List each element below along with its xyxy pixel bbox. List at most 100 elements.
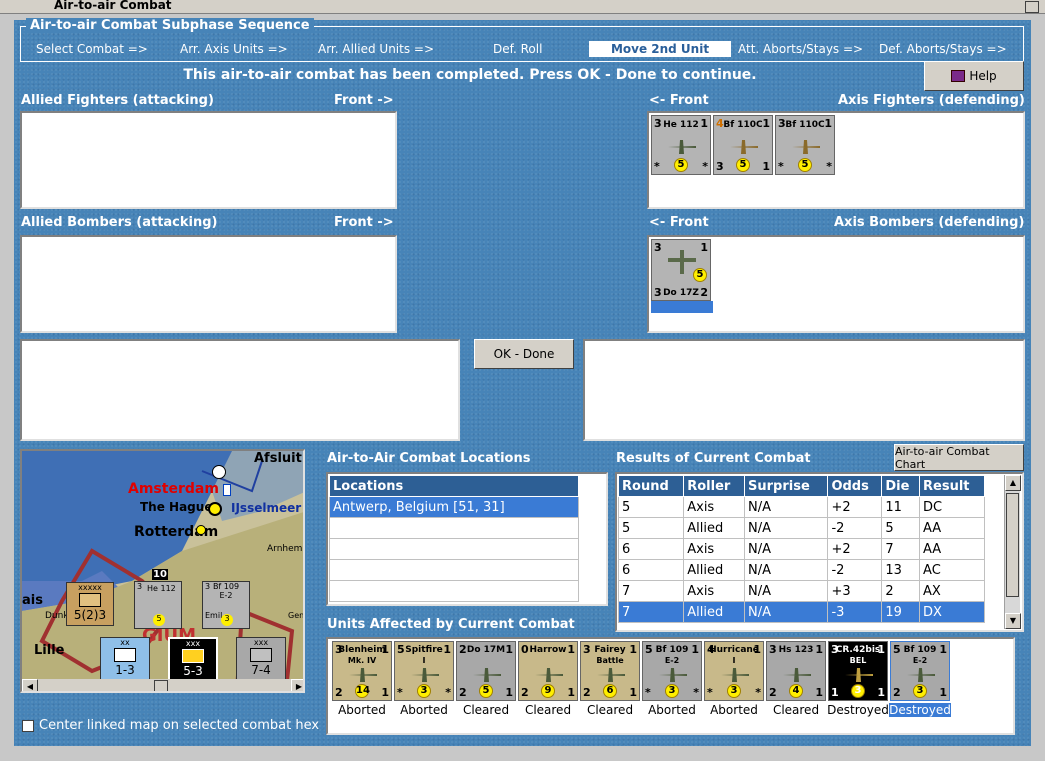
ok-done-button[interactable]: OK - Done	[474, 339, 574, 369]
plane-icon	[535, 668, 563, 682]
axis-bomber-counter[interactable]: 3 1 5 3 Do 17Z 2	[651, 239, 711, 301]
counter-name: Spitfire	[405, 645, 443, 655]
location-row[interactable]	[329, 559, 579, 581]
cell: 6	[617, 559, 685, 581]
affected-unit-status: Cleared	[524, 703, 572, 717]
affected-unit-counter[interactable]: 5 1 Bf 109 E-2 2 3 1	[890, 641, 950, 701]
results-scrollbar[interactable]: ▲ ▼	[1004, 475, 1021, 629]
results-title: Results of Current Combat	[616, 451, 811, 466]
counter-stack: 10	[152, 569, 168, 580]
col-result: Result	[919, 475, 985, 497]
axis-fighter-counter[interactable]: 3 He 112 1 * 5 *	[651, 115, 711, 175]
cell: +2	[827, 538, 883, 560]
allied-bombers-panel[interactable]	[20, 235, 397, 333]
cell: AA	[919, 517, 985, 539]
axis-bombers-panel[interactable]: 3 1 5 3 Do 17Z 2	[647, 235, 1025, 333]
center-map-label: Center linked map on selected combat hex	[39, 718, 320, 733]
scroll-up-icon[interactable]: ▲	[1005, 475, 1021, 491]
combat-chart-button[interactable]: Air-to-air Combat Chart	[894, 444, 1024, 471]
cell: N/A	[744, 517, 829, 539]
cell: Axis	[683, 538, 746, 560]
combat-chart-label: Air-to-air Combat Chart	[895, 444, 990, 471]
result-row[interactable]: 6 Axis N/A +2 7 AA	[617, 538, 985, 560]
axis-fighters-panel[interactable]: 3 He 112 1 * 5 * 4 Bf 110C 1 3 5 1 3 Bf …	[647, 111, 1025, 209]
counter-value: 5	[798, 158, 812, 172]
counter-value: 9	[541, 684, 555, 698]
scroll-down-icon[interactable]: ▼	[1005, 613, 1021, 629]
axis-fighter-counter[interactable]: 3 Bf 110C 1 * 5 *	[775, 115, 835, 175]
help-button[interactable]: Help	[924, 61, 1024, 91]
affected-unit-counter[interactable]: 3 1 Fairey Battle 2 6 1	[580, 641, 640, 701]
counter-value: 5	[693, 268, 707, 282]
location-row[interactable]	[329, 538, 579, 560]
map-counter[interactable]: 3 He 112 5	[134, 581, 182, 629]
affected-unit-counter[interactable]: 3 1 CR.42bis BEL 1 3 1	[828, 641, 888, 701]
scroll-left-icon[interactable]: ◀	[22, 679, 38, 691]
col-roller: Roller	[683, 475, 746, 497]
result-row[interactable]: 5 Axis N/A +2 11 DC	[617, 496, 985, 518]
result-row[interactable]: 7 Axis N/A +3 2 AX	[617, 580, 985, 602]
close-icon[interactable]	[1025, 1, 1039, 13]
counter-value: 3	[851, 684, 865, 698]
map-counter-selected[interactable]: xxx 5-3	[168, 637, 218, 685]
cell: 7	[617, 601, 685, 623]
affected-unit-counter[interactable]: 3 1 Blenheim Mk. IV 2 14 1	[332, 641, 392, 701]
center-map-checkbox[interactable]	[22, 720, 34, 732]
map-counter[interactable]: xxx 7-4	[236, 637, 286, 685]
affected-panel[interactable]: 3 1 Blenheim Mk. IV 2 14 1 Aborted 5 1 Spitfire I * 3…	[326, 637, 1015, 735]
allied-fighters-panel[interactable]	[20, 111, 397, 209]
affected-unit-counter[interactable]: 5 1 Bf 109 E-2 * 3 *	[642, 641, 702, 701]
counter-name: Hs 123	[778, 645, 814, 655]
counter-strength: 1-3	[115, 663, 135, 677]
plane-icon	[349, 668, 377, 682]
map-counter[interactable]: 3 Bf 109 E-2 Emil 3	[202, 581, 250, 629]
result-row[interactable]: 6 Allied N/A -2 13 AC	[617, 559, 985, 581]
plane-icon	[730, 140, 758, 154]
counter-variant: Mk. IV	[347, 656, 377, 665]
result-row[interactable]: 5 Allied N/A -2 5 AA	[617, 517, 985, 539]
step-move-2nd-unit: Move 2nd Unit	[589, 41, 731, 57]
scroll-thumb[interactable]	[1006, 493, 1019, 597]
counter-strength: 5-3	[183, 664, 203, 678]
col-surprise: Surprise	[744, 475, 829, 497]
affected-unit-counter[interactable]: 4 1 Hurricane I * 3 *	[704, 641, 764, 701]
location-row[interactable]	[329, 517, 579, 539]
counter-value: 1	[877, 686, 885, 699]
location-row[interactable]: Antwerp, Belgium [51, 31]	[329, 496, 579, 518]
scroll-thumb[interactable]	[154, 680, 168, 691]
map-scrollbar-h[interactable]: ◀ ▶	[22, 679, 303, 691]
step-arr-axis: Arr. Axis Units =>	[180, 42, 288, 56]
counter-value: 2	[335, 686, 343, 699]
counter-value: 5	[479, 684, 493, 698]
affected-unit-counter[interactable]: 2 1 Do 17M 2 5 1	[456, 641, 516, 701]
allied-fighters-front: Front ->	[334, 93, 394, 108]
scroll-right-icon[interactable]: ▶	[291, 679, 303, 691]
capital-icon	[208, 502, 222, 516]
axis-fighter-counter[interactable]: 4 Bf 110C 1 3 5 1	[713, 115, 773, 175]
counter-value: 5	[736, 158, 750, 172]
counter-name: Do 17M	[466, 645, 506, 655]
step-def-roll: Def. Roll	[493, 42, 543, 56]
map-counter[interactable]: xx 1-3	[100, 637, 150, 685]
allied-fighters-label: Allied Fighters (attacking)	[21, 93, 214, 108]
affected-unit-counter[interactable]: 5 1 Spitfire I * 3 *	[394, 641, 454, 701]
counter-value: 1	[831, 686, 839, 699]
counter-variant: Battle	[596, 656, 624, 665]
affected-unit-counter[interactable]: 0 1 Harrow 2 9 1	[518, 641, 578, 701]
counter-value: 3	[417, 684, 431, 698]
map-counter[interactable]: xxxxx 5(2)3	[66, 582, 114, 626]
linked-map[interactable]: Afsluit Amsterdam The Hague IJsselmeer R…	[20, 449, 305, 693]
result-row-selected[interactable]: 7 Allied N/A -3 19 DX	[617, 601, 985, 623]
cell: DX	[919, 601, 985, 623]
step-def-aborts: Def. Aborts/Stays =>	[879, 42, 1007, 56]
results-table-panel[interactable]: Round Roller Surprise Odds Die Result 5A…	[615, 472, 1024, 632]
counter-variant: E-2	[664, 656, 680, 665]
affected-unit-counter[interactable]: 3 1 Hs 123 2 4 1	[766, 641, 826, 701]
cell: -2	[827, 517, 883, 539]
locations-list[interactable]: Locations Antwerp, Belgium [51, 31]	[326, 472, 608, 606]
axis-fighters-front: <- Front	[649, 93, 709, 108]
location-row[interactable]	[329, 580, 579, 602]
cell: N/A	[744, 601, 829, 623]
counter-value: 2	[459, 686, 467, 699]
cell: Allied	[683, 517, 746, 539]
